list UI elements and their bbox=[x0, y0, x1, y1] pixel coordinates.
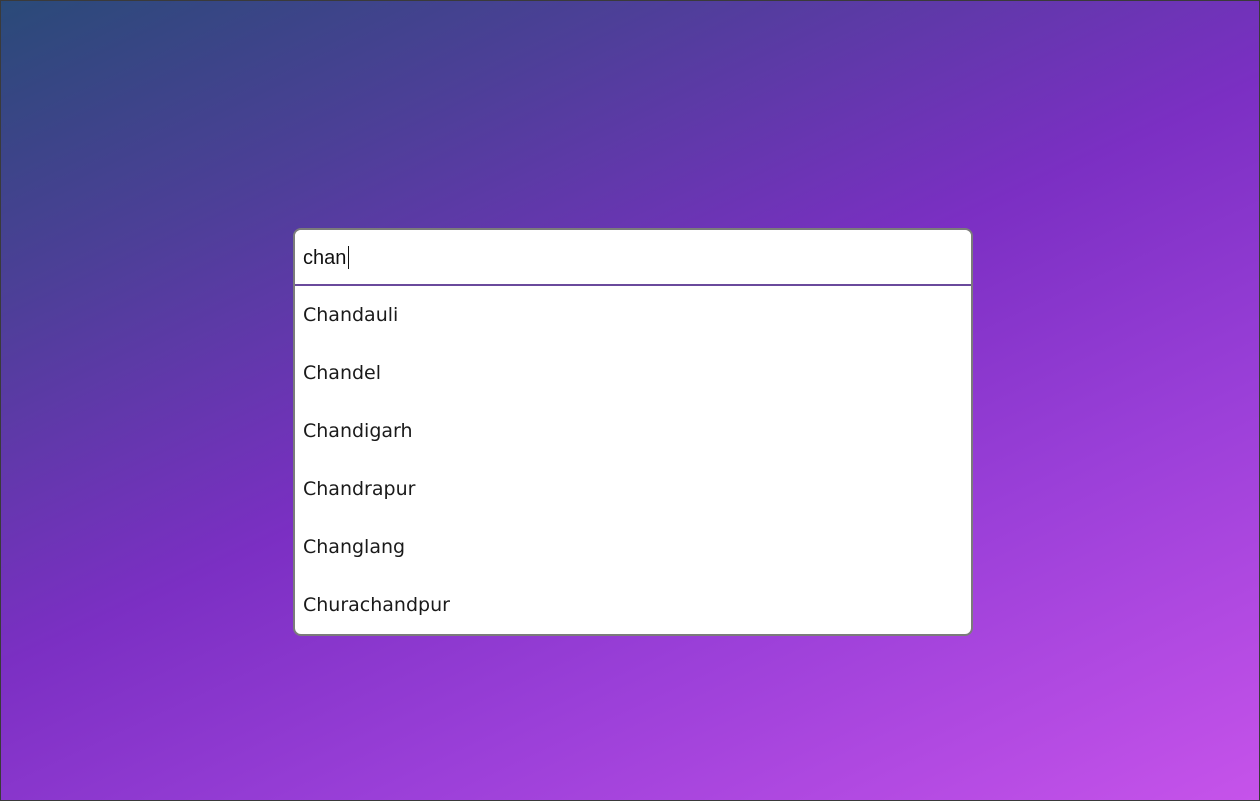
suggestion-item[interactable]: Chandel bbox=[295, 344, 971, 402]
suggestion-list: Chandauli Chandel Chandigarh Chandrapur … bbox=[295, 286, 971, 634]
autocomplete-widget: Chandauli Chandel Chandigarh Chandrapur … bbox=[293, 228, 973, 636]
suggestion-item[interactable]: Changlang bbox=[295, 518, 971, 576]
text-cursor bbox=[348, 246, 349, 269]
search-input[interactable] bbox=[303, 244, 943, 272]
search-field[interactable] bbox=[295, 230, 971, 286]
suggestion-item[interactable]: Chandigarh bbox=[295, 402, 971, 460]
suggestion-item[interactable]: Chandrapur bbox=[295, 460, 971, 518]
suggestion-item[interactable]: Churachandpur bbox=[295, 576, 971, 634]
suggestion-item[interactable]: Chandauli bbox=[295, 286, 971, 344]
